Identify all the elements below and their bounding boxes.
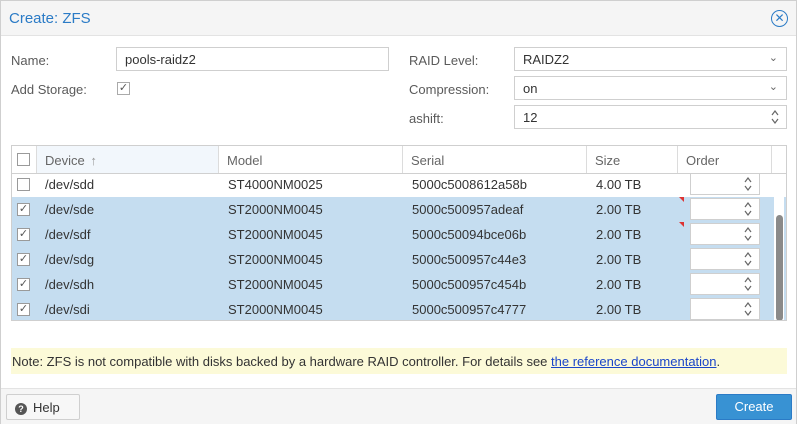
size-cell: 4.00 TB (596, 177, 642, 192)
spinner-arrows-icon[interactable] (743, 275, 753, 293)
raid-level-label: RAID Level: (409, 53, 479, 68)
column-label-order: Order (686, 153, 720, 168)
column-label-size: Size (595, 153, 621, 168)
row-checkbox[interactable]: ✓ (17, 253, 30, 266)
help-button[interactable]: ? Help (6, 394, 80, 420)
add-storage-checkbox[interactable]: ✓ (117, 82, 130, 95)
device-cell: /dev/sdf (45, 227, 91, 242)
size-cell: 2.00 TB (596, 277, 642, 292)
order-spinner[interactable] (690, 173, 760, 195)
compression-value: on (523, 81, 538, 96)
column-label-model: Model (227, 153, 263, 168)
grid-scrollbar[interactable] (774, 175, 784, 320)
select-all-cell (12, 146, 37, 173)
column-header-size[interactable]: Size (587, 146, 678, 173)
note-suffix: . (716, 354, 721, 369)
row-checkbox[interactable] (17, 178, 30, 191)
model-cell: ST2000NM0045 (228, 277, 323, 292)
row-checkbox[interactable]: ✓ (17, 278, 30, 291)
name-field[interactable] (116, 47, 389, 71)
raid-warning-note: Note: ZFS is not compatible with disks b… (11, 348, 787, 374)
device-cell: /dev/sde (45, 202, 95, 217)
add-storage-label: Add Storage: (11, 82, 87, 97)
table-row[interactable]: ✓ /dev/sdi ST2000NM0045 5000c500957c4777 2.0… (12, 297, 786, 320)
dialog-footer: ? Help Create (1, 388, 796, 424)
table-row[interactable]: ✓ /dev/sde ST2000NM0045 5000c500957adeaf 2.0… (12, 197, 786, 222)
serial-cell: 5000c5008612a58b (412, 177, 527, 192)
order-spinner[interactable] (690, 298, 760, 320)
modified-marker (679, 197, 684, 202)
size-cell: 2.00 TB (596, 227, 642, 242)
spinner-arrows-icon[interactable] (770, 107, 780, 127)
ashift-value: 12 (523, 110, 538, 125)
raid-level-value: RAIDZ2 (523, 52, 570, 67)
model-cell: ST2000NM0045 (228, 252, 323, 267)
device-cell: /dev/sdh (45, 277, 95, 292)
column-header-serial[interactable]: Serial (403, 146, 587, 173)
table-row[interactable]: ✓ /dev/sdg ST2000NM0045 5000c500957c44e3 2.0… (12, 247, 786, 272)
create-zfs-dialog: Create: ZFS ✕ Name: Add Storage: ✓ RAID … (0, 0, 797, 424)
spinner-arrows-icon[interactable] (743, 250, 753, 268)
close-icon[interactable]: ✕ (771, 10, 788, 27)
ashift-spinner[interactable]: 12 (514, 105, 787, 129)
serial-cell: 5000c500957adeaf (412, 202, 524, 217)
column-header-model[interactable]: Model (219, 146, 403, 173)
spinner-arrows-icon[interactable] (743, 300, 753, 318)
model-cell: ST4000NM0025 (228, 177, 323, 192)
ashift-label: ashift: (409, 111, 444, 126)
table-row[interactable]: ✓ /dev/sdf ST2000NM0045 5000c50094bce06b 2.0… (12, 222, 786, 247)
disk-grid: Device ↑ Model Serial Size Order /dev/sd… (11, 145, 787, 321)
reference-docs-link[interactable]: the reference documentation (551, 354, 717, 369)
spinner-arrows-icon[interactable] (743, 200, 753, 218)
row-checkbox[interactable]: ✓ (17, 303, 30, 316)
create-button[interactable]: Create (716, 394, 792, 420)
name-label: Name: (11, 53, 50, 68)
device-cell: /dev/sdd (45, 177, 95, 192)
note-text: Note: ZFS is not compatible with disks b… (12, 354, 552, 369)
scrollbar-thumb[interactable] (776, 215, 783, 320)
model-cell: ST2000NM0045 (228, 302, 323, 317)
column-label-device: Device (45, 153, 85, 168)
spinner-arrows-icon[interactable] (743, 225, 753, 243)
title-bar: Create: ZFS ✕ (1, 1, 796, 36)
column-header-device[interactable]: Device ↑ (37, 146, 219, 173)
name-input[interactable] (125, 52, 380, 67)
size-cell: 2.00 TB (596, 302, 642, 317)
spinner-arrows-icon[interactable] (743, 175, 753, 193)
serial-cell: 5000c50094bce06b (412, 227, 527, 242)
question-circle-icon: ? (15, 403, 27, 415)
order-spinner[interactable] (690, 223, 760, 245)
compression-select[interactable]: on ⌄ (514, 76, 787, 100)
chevron-down-icon[interactable]: ⌄ (769, 80, 778, 93)
chevron-down-icon[interactable]: ⌄ (769, 51, 778, 64)
column-label-serial: Serial (411, 153, 445, 168)
dialog-title: Create: ZFS (9, 10, 91, 27)
model-cell: ST2000NM0045 (228, 202, 323, 217)
serial-cell: 5000c500957c4777 (412, 302, 527, 317)
help-label: Help (33, 400, 60, 415)
device-cell: /dev/sdg (45, 252, 95, 267)
sort-ascending-icon: ↑ (90, 153, 97, 168)
order-spinner[interactable] (690, 273, 760, 295)
raid-level-select[interactable]: RAIDZ2 ⌄ (514, 47, 787, 71)
row-checkbox[interactable]: ✓ (17, 228, 30, 241)
order-spinner[interactable] (690, 248, 760, 270)
compression-label: Compression: (409, 82, 490, 97)
select-all-checkbox[interactable] (17, 153, 30, 166)
order-spinner[interactable] (690, 198, 760, 220)
grid-header: Device ↑ Model Serial Size Order (12, 146, 786, 174)
serial-cell: 5000c500957c454b (412, 277, 527, 292)
size-cell: 2.00 TB (596, 252, 642, 267)
model-cell: ST2000NM0045 (228, 227, 323, 242)
serial-cell: 5000c500957c44e3 (412, 252, 527, 267)
table-row[interactable]: ✓ /dev/sdh ST2000NM0045 5000c500957c454b 2.0… (12, 272, 786, 297)
row-checkbox[interactable]: ✓ (17, 203, 30, 216)
table-row[interactable]: /dev/sdd ST4000NM0025 5000c5008612a58b 4.00… (12, 172, 786, 197)
size-cell: 2.00 TB (596, 202, 642, 217)
modified-marker (679, 222, 684, 227)
device-cell: /dev/sdi (45, 302, 90, 317)
column-header-order[interactable]: Order (678, 146, 772, 173)
